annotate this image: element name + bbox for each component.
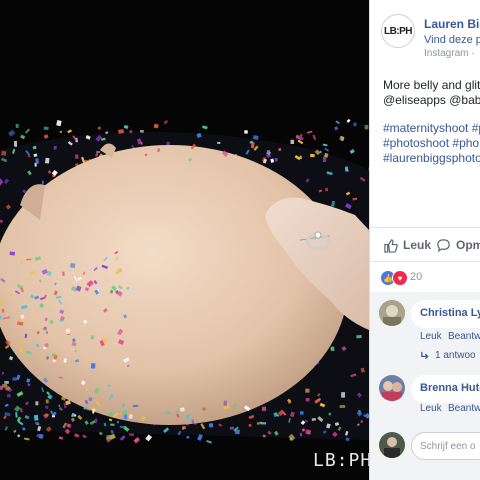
comment-reply-link[interactable]: Beantw [448,331,480,342]
like-button[interactable]: Leuk [383,236,431,254]
follow-link[interactable]: Vind deze pa [424,34,480,46]
post-text-line-2: @eliseapps @baby [383,93,480,107]
reaction-count[interactable]: 20 [410,271,422,283]
comment-like-link[interactable]: Leuk [420,331,442,342]
maternity-photo [0,0,369,480]
comment-reply-link[interactable]: Beantw [448,403,480,414]
comment-author[interactable]: Christina Ly [420,307,480,319]
replies-count: 1 antwoo [435,350,476,361]
comment-button[interactable]: Opm [436,236,480,254]
watermark: LB:PH [313,450,369,471]
comment-like-link[interactable]: Leuk [420,403,442,414]
reply-arrow-icon [421,351,429,360]
comment-icon [437,238,450,252]
post-side-panel: LB:PH Lauren Big Vind deze pa Instagram … [369,0,480,480]
hashtag-line[interactable]: #photoshoot #pho [383,136,479,150]
belly [0,145,348,425]
comment-author[interactable]: Brenna Hutc [420,382,480,394]
comment-label: Opm [456,238,480,252]
post-source: Instagram · [424,48,475,59]
like-label: Leuk [403,238,432,252]
page-logo[interactable]: LB:PH [381,14,415,48]
comments-section: Christina Ly Leuk Beantw 1 antwoo Brenna… [370,292,480,480]
divider [370,227,480,228]
thumbs-up-icon [384,238,398,253]
avatar[interactable] [379,432,405,458]
comment-input-placeholder: Schrijf een o [420,441,476,452]
comment-input[interactable]: Schrijf een o [411,432,480,460]
page-name[interactable]: Lauren Big [424,17,480,31]
hashtag-line[interactable]: #laurenbiggsphoto [383,151,480,165]
post-text-line-1: More belly and glitt [383,78,480,92]
post-photo[interactable]: LB:PH [0,0,369,480]
view-replies-link[interactable]: 1 antwoo [420,350,476,361]
avatar[interactable] [379,300,405,326]
avatar[interactable] [379,375,405,401]
divider [370,261,480,262]
love-reaction-icon: ♥ [392,270,408,286]
hashtag-line[interactable]: #maternityshoot #p [383,121,480,135]
